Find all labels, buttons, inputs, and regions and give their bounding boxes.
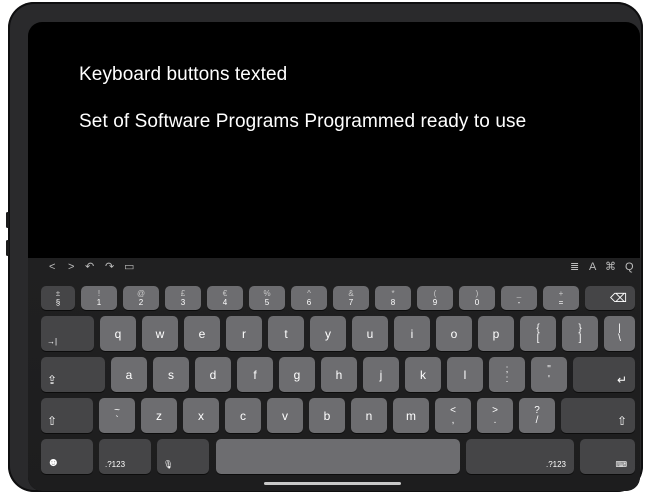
command-icon[interactable]: ⌘: [605, 260, 616, 274]
asdf-row: ⇪ a s d f g h j k l ;: " ' ↵: [28, 357, 640, 392]
key-comma[interactable]: <,: [435, 398, 471, 433]
key-t[interactable]: t: [268, 316, 304, 351]
key-c[interactable]: c: [225, 398, 261, 433]
back-icon[interactable]: <: [49, 260, 55, 274]
key-section[interactable]: ± §: [41, 286, 75, 310]
key-s[interactable]: s: [153, 357, 189, 392]
key-l[interactable]: l: [447, 357, 483, 392]
microphone-icon: 🎙: [163, 460, 174, 469]
key-r[interactable]: r: [226, 316, 262, 351]
screen: Keyboard buttons texted Set of Software …: [28, 22, 640, 491]
key-o[interactable]: o: [436, 316, 472, 351]
side-button-lower: [6, 240, 9, 256]
onscreen-keyboard: < > ↶ ↷ ▭ ≣ A ⌘ Q ± § ! 1 @2 £3 €4 % 5 ^ 6 &…: [28, 258, 640, 491]
key-bracket-right[interactable]: }]: [562, 316, 598, 351]
key-backslash[interactable]: | \: [604, 316, 635, 351]
caps-lock-key[interactable]: ⇪: [41, 357, 105, 392]
key-semicolon[interactable]: ;:: [489, 357, 525, 392]
key-j[interactable]: j: [363, 357, 399, 392]
key-2[interactable]: @2: [123, 286, 159, 310]
tab-icon: →|: [47, 337, 58, 346]
key-i[interactable]: i: [394, 316, 430, 351]
key-minus[interactable]: _ -: [501, 286, 537, 310]
qwerty-row: →| q w e r t y u i o p {[ }] | \: [28, 316, 640, 351]
emoji-key[interactable]: ☻: [41, 439, 93, 474]
shift-left-key[interactable]: ⇧: [41, 398, 93, 433]
home-indicator[interactable]: [264, 482, 401, 485]
space-bar[interactable]: [216, 439, 460, 474]
key-x[interactable]: x: [183, 398, 219, 433]
numbers-key-left[interactable]: .?123: [99, 439, 151, 474]
key-z[interactable]: z: [141, 398, 177, 433]
text-document[interactable]: Keyboard buttons texted Set of Software …: [28, 22, 640, 258]
key-3[interactable]: £3: [165, 286, 201, 310]
shift-right-key[interactable]: ⇧: [561, 398, 635, 433]
return-key[interactable]: ↵: [573, 357, 635, 392]
text-format-icon[interactable]: A: [589, 260, 596, 274]
key-6[interactable]: ^ 6: [291, 286, 327, 310]
search-icon[interactable]: Q: [625, 260, 634, 274]
key-4[interactable]: €4: [207, 286, 243, 310]
key-period[interactable]: >.: [477, 398, 513, 433]
text-line-1: Keyboard buttons texted: [79, 64, 288, 85]
key-f[interactable]: f: [237, 357, 273, 392]
key-m[interactable]: m: [393, 398, 429, 433]
key-b[interactable]: b: [309, 398, 345, 433]
key-h[interactable]: h: [321, 357, 357, 392]
key-equals[interactable]: + =: [543, 286, 579, 310]
bottom-row: ☻ .?123 🎙 .?123 ⌨: [28, 439, 640, 474]
hide-keyboard-key[interactable]: ⌨: [580, 439, 635, 474]
shortcut-bar: < > ↶ ↷ ▭ ≣ A ⌘ Q: [28, 258, 640, 278]
key-u[interactable]: u: [352, 316, 388, 351]
key-p[interactable]: p: [478, 316, 514, 351]
shift-icon: ⇧: [47, 414, 58, 428]
forward-icon[interactable]: >: [68, 260, 74, 274]
shift-icon: ⇧: [616, 414, 627, 428]
return-icon: ↵: [616, 373, 627, 387]
delete-icon: ⌫: [610, 291, 627, 305]
key-quote[interactable]: " ': [531, 357, 567, 392]
caps-lock-icon: ⇪: [47, 373, 58, 387]
key-d[interactable]: d: [195, 357, 231, 392]
key-slash[interactable]: ? /: [519, 398, 555, 433]
list-icon[interactable]: ≣: [570, 260, 579, 274]
delete-key[interactable]: ⌫: [585, 286, 635, 310]
key-e[interactable]: e: [184, 316, 220, 351]
tab-key[interactable]: →|: [41, 316, 94, 351]
key-1[interactable]: ! 1: [81, 286, 117, 310]
redo-icon[interactable]: ↷: [105, 260, 114, 274]
numbers-key-right[interactable]: .?123: [466, 439, 574, 474]
key-k[interactable]: k: [405, 357, 441, 392]
key-7[interactable]: & 7: [333, 286, 369, 310]
emoji-icon: ☻: [47, 455, 60, 469]
dictation-key[interactable]: 🎙: [157, 439, 209, 474]
text-line-2: Set of Software Programs Programmed read…: [79, 111, 527, 132]
key-n[interactable]: n: [351, 398, 387, 433]
key-w[interactable]: w: [142, 316, 178, 351]
side-button-upper: [6, 212, 9, 228]
key-8[interactable]: * 8: [375, 286, 411, 310]
key-q[interactable]: q: [100, 316, 136, 351]
zxcv-row: ⇧ ~ ` z x c v b n m <, >. ? / ⇧: [28, 398, 640, 433]
key-y[interactable]: y: [310, 316, 346, 351]
tablet-frame: Keyboard buttons texted Set of Software …: [6, 2, 643, 492]
keyboard-icon: ⌨: [615, 460, 627, 469]
paste-icon[interactable]: ▭: [124, 260, 134, 274]
number-row: ± § ! 1 @2 £3 €4 % 5 ^ 6 & 7 * 8 (9 ) 0 _ - + = ⌫: [28, 286, 640, 310]
key-5[interactable]: % 5: [249, 286, 285, 310]
key-9[interactable]: (9: [417, 286, 453, 310]
key-v[interactable]: v: [267, 398, 303, 433]
undo-icon[interactable]: ↶: [85, 260, 94, 274]
key-a[interactable]: a: [111, 357, 147, 392]
key-0[interactable]: ) 0: [459, 286, 495, 310]
key-backtick[interactable]: ~ `: [99, 398, 135, 433]
key-g[interactable]: g: [279, 357, 315, 392]
key-bracket-left[interactable]: {[: [520, 316, 556, 351]
